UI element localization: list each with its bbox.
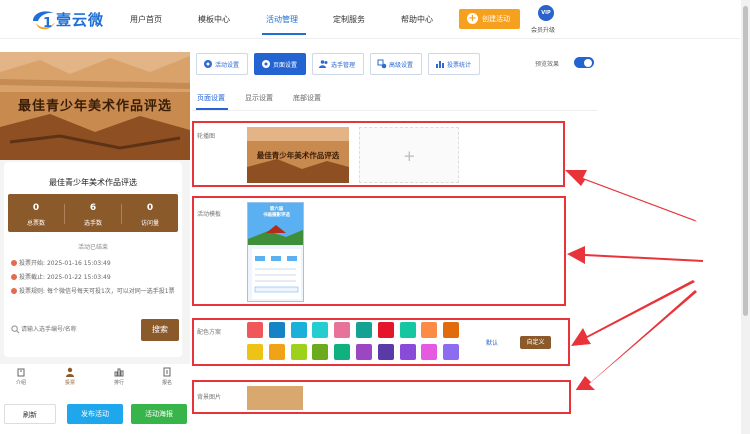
preview-effect-toggle[interactable] xyxy=(574,57,594,68)
subtab-display-settings[interactable]: 显示设置 xyxy=(245,93,273,103)
tab-ranking[interactable]: 排行 xyxy=(104,367,134,386)
stat-label: 访问量 xyxy=(140,220,159,227)
nav-user-home[interactable]: 用户首页 xyxy=(130,14,162,25)
scrollbar-thumb[interactable] xyxy=(743,6,748,316)
info-label: 投票开始: xyxy=(19,260,46,267)
subtab-footer-settings[interactable]: 底部设置 xyxy=(293,93,321,103)
activity-poster-button[interactable]: 活动海报 xyxy=(131,404,187,424)
subtab-page-settings[interactable]: 页面设置 xyxy=(197,93,225,103)
activity-title: 最佳青少年美术作品评选 xyxy=(49,178,137,187)
highlight-box-carousel xyxy=(192,121,565,187)
highlight-box-background xyxy=(192,380,571,414)
highlight-box-colors xyxy=(192,318,570,366)
stats-panel: 0 总票数 6 选手数 0 访问量 xyxy=(8,194,178,232)
info-value: 2025-01-22 15:03:49 xyxy=(46,274,111,281)
page-scrollbar[interactable] xyxy=(741,0,750,434)
page-settings-button[interactable]: 页面设置 xyxy=(254,53,306,75)
publish-activity-button[interactable]: 发布活动 xyxy=(67,404,123,424)
search-button[interactable]: 搜索 xyxy=(141,319,179,341)
ranking-icon xyxy=(114,368,124,377)
tab-intro[interactable]: 介绍 xyxy=(6,367,36,386)
annotation-arrows xyxy=(565,170,703,390)
activity-status: 活动已结束 xyxy=(77,244,108,251)
stat-contestants: 6 选手数 xyxy=(65,194,121,232)
button-label: 活动设置 xyxy=(215,62,240,69)
tab-label: 报名 xyxy=(161,380,172,386)
preview-tab-bar: 介绍 投票 排行 报名 xyxy=(0,364,190,392)
user-icon xyxy=(66,367,74,377)
nav-template-center[interactable]: 模板中心 xyxy=(198,14,230,25)
info-label: 投票规则: xyxy=(19,288,46,295)
info-value: 2025-01-16 15:03:49 xyxy=(46,260,111,267)
info-label: 投票截止: xyxy=(19,274,46,281)
brand-name[interactable]: 壹云微 xyxy=(56,9,104,30)
stat-value: 0 xyxy=(146,203,154,213)
subtab-divider xyxy=(192,110,597,111)
arrow-icon xyxy=(575,290,697,390)
stat-visits: 0 访问量 xyxy=(122,194,178,232)
clock-icon xyxy=(11,260,17,266)
arrow-icon xyxy=(571,280,695,346)
vip-icon[interactable]: VIP xyxy=(538,5,554,21)
top-navigation-bar: 1 壹云微 用户首页 模板中心 活动管理 定制服务 帮助中心 + 创建活动 VI… xyxy=(0,0,750,38)
logo-icon[interactable]: 1 xyxy=(30,7,58,33)
banner-title: 最佳青少年美术作品评选 xyxy=(17,99,172,114)
svg-text:1: 1 xyxy=(43,16,52,31)
header-divider xyxy=(0,38,740,39)
arrow-icon xyxy=(567,246,703,264)
create-activity-label: 创建活动 xyxy=(482,15,510,23)
nav-custom-service[interactable]: 定制服务 xyxy=(333,14,365,25)
stat-value: 0 xyxy=(32,203,40,213)
info-value: 每个微信号每天可投1次，可以对同一选手投1票 xyxy=(46,288,175,295)
gear-icon xyxy=(204,60,212,68)
button-label: 投票统计 xyxy=(447,62,472,69)
toggle-knob xyxy=(584,58,592,67)
contestant-search-input[interactable] xyxy=(7,320,137,340)
preview-effect-label: 预览效果 xyxy=(535,61,560,68)
vote-statistics-button[interactable]: 投票统计 xyxy=(428,53,480,75)
stat-total-votes: 0 总票数 xyxy=(8,194,64,232)
tab-signup[interactable]: 报名 xyxy=(152,367,182,386)
vip-upgrade-link[interactable]: 会员升级 xyxy=(531,25,555,34)
refresh-button[interactable]: 刷新 xyxy=(4,404,56,424)
tab-label: 介绍 xyxy=(15,380,26,386)
tab-label: 排行 xyxy=(113,380,124,386)
activity-settings-button[interactable]: 活动设置 xyxy=(196,53,248,75)
nav-help-center[interactable]: 帮助中心 xyxy=(401,14,433,25)
mobile-preview: 最佳青少年美术作品评选 最佳青少年美术作品评选 0 总票数 6 选手数 0 访问… xyxy=(0,52,190,392)
rule-icon xyxy=(11,288,17,294)
stat-value: 6 xyxy=(89,203,97,213)
button-label: 高级设置 xyxy=(389,62,414,69)
create-activity-button[interactable]: + 创建活动 xyxy=(459,9,520,29)
button-label: 选手管理 xyxy=(331,62,356,69)
tab-label: 投票 xyxy=(64,380,75,386)
button-label: 页面设置 xyxy=(273,62,298,69)
advanced-settings-button[interactable]: 高级设置 xyxy=(370,53,422,75)
stat-label: 选手数 xyxy=(83,220,102,227)
settings-icon xyxy=(262,60,270,68)
plus-icon: + xyxy=(467,13,478,24)
stat-label: 总票数 xyxy=(26,220,45,227)
nav-active-indicator xyxy=(262,33,306,35)
search-row: 搜索 xyxy=(4,319,180,341)
clock-icon xyxy=(11,274,17,280)
arrow-icon xyxy=(565,170,697,222)
nav-activity-management[interactable]: 活动管理 xyxy=(266,14,298,25)
advanced-icon xyxy=(377,59,387,69)
users-icon xyxy=(319,60,328,68)
highlight-box-template xyxy=(192,196,566,306)
tab-vote[interactable]: 投票 xyxy=(55,367,85,386)
signup-icon xyxy=(163,367,171,377)
home-icon xyxy=(17,368,25,377)
contestant-management-button[interactable]: 选手管理 xyxy=(312,53,364,75)
search-icon xyxy=(11,325,20,334)
chart-icon xyxy=(436,61,444,68)
